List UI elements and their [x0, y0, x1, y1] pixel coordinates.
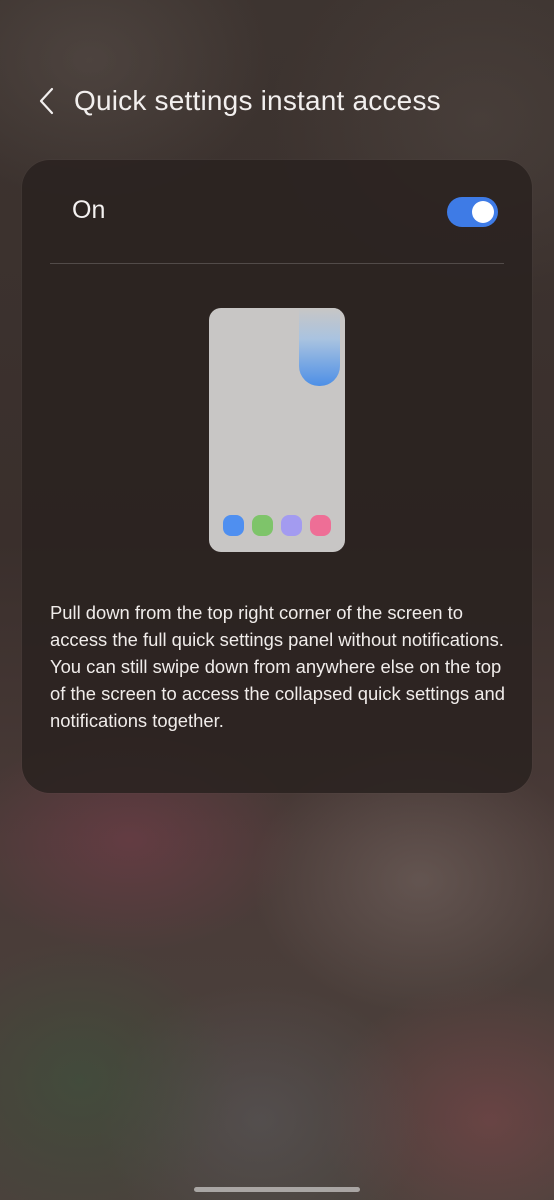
phone-illustration — [209, 308, 345, 552]
toggle-switch[interactable] — [447, 197, 498, 227]
description-text: Pull down from the top right corner of t… — [50, 602, 505, 731]
app-dock-illustration — [223, 515, 331, 536]
back-button[interactable] — [30, 78, 64, 124]
chevron-left-icon — [39, 87, 54, 115]
switch-label: On — [72, 196, 106, 224]
quick-panel-illustration — [299, 308, 340, 386]
master-switch-row[interactable]: On — [22, 160, 532, 264]
dock-app-icon — [252, 515, 273, 536]
dock-app-icon — [223, 515, 244, 536]
divider — [50, 263, 504, 264]
home-indicator[interactable] — [194, 1187, 360, 1192]
dock-app-icon — [281, 515, 302, 536]
app-bar: Quick settings instant access — [30, 78, 534, 124]
settings-card: On Pull down from the top right corner o… — [22, 160, 532, 793]
dock-app-icon — [310, 515, 331, 536]
page-title: Quick settings instant access — [74, 85, 441, 116]
toggle-knob — [472, 201, 494, 223]
